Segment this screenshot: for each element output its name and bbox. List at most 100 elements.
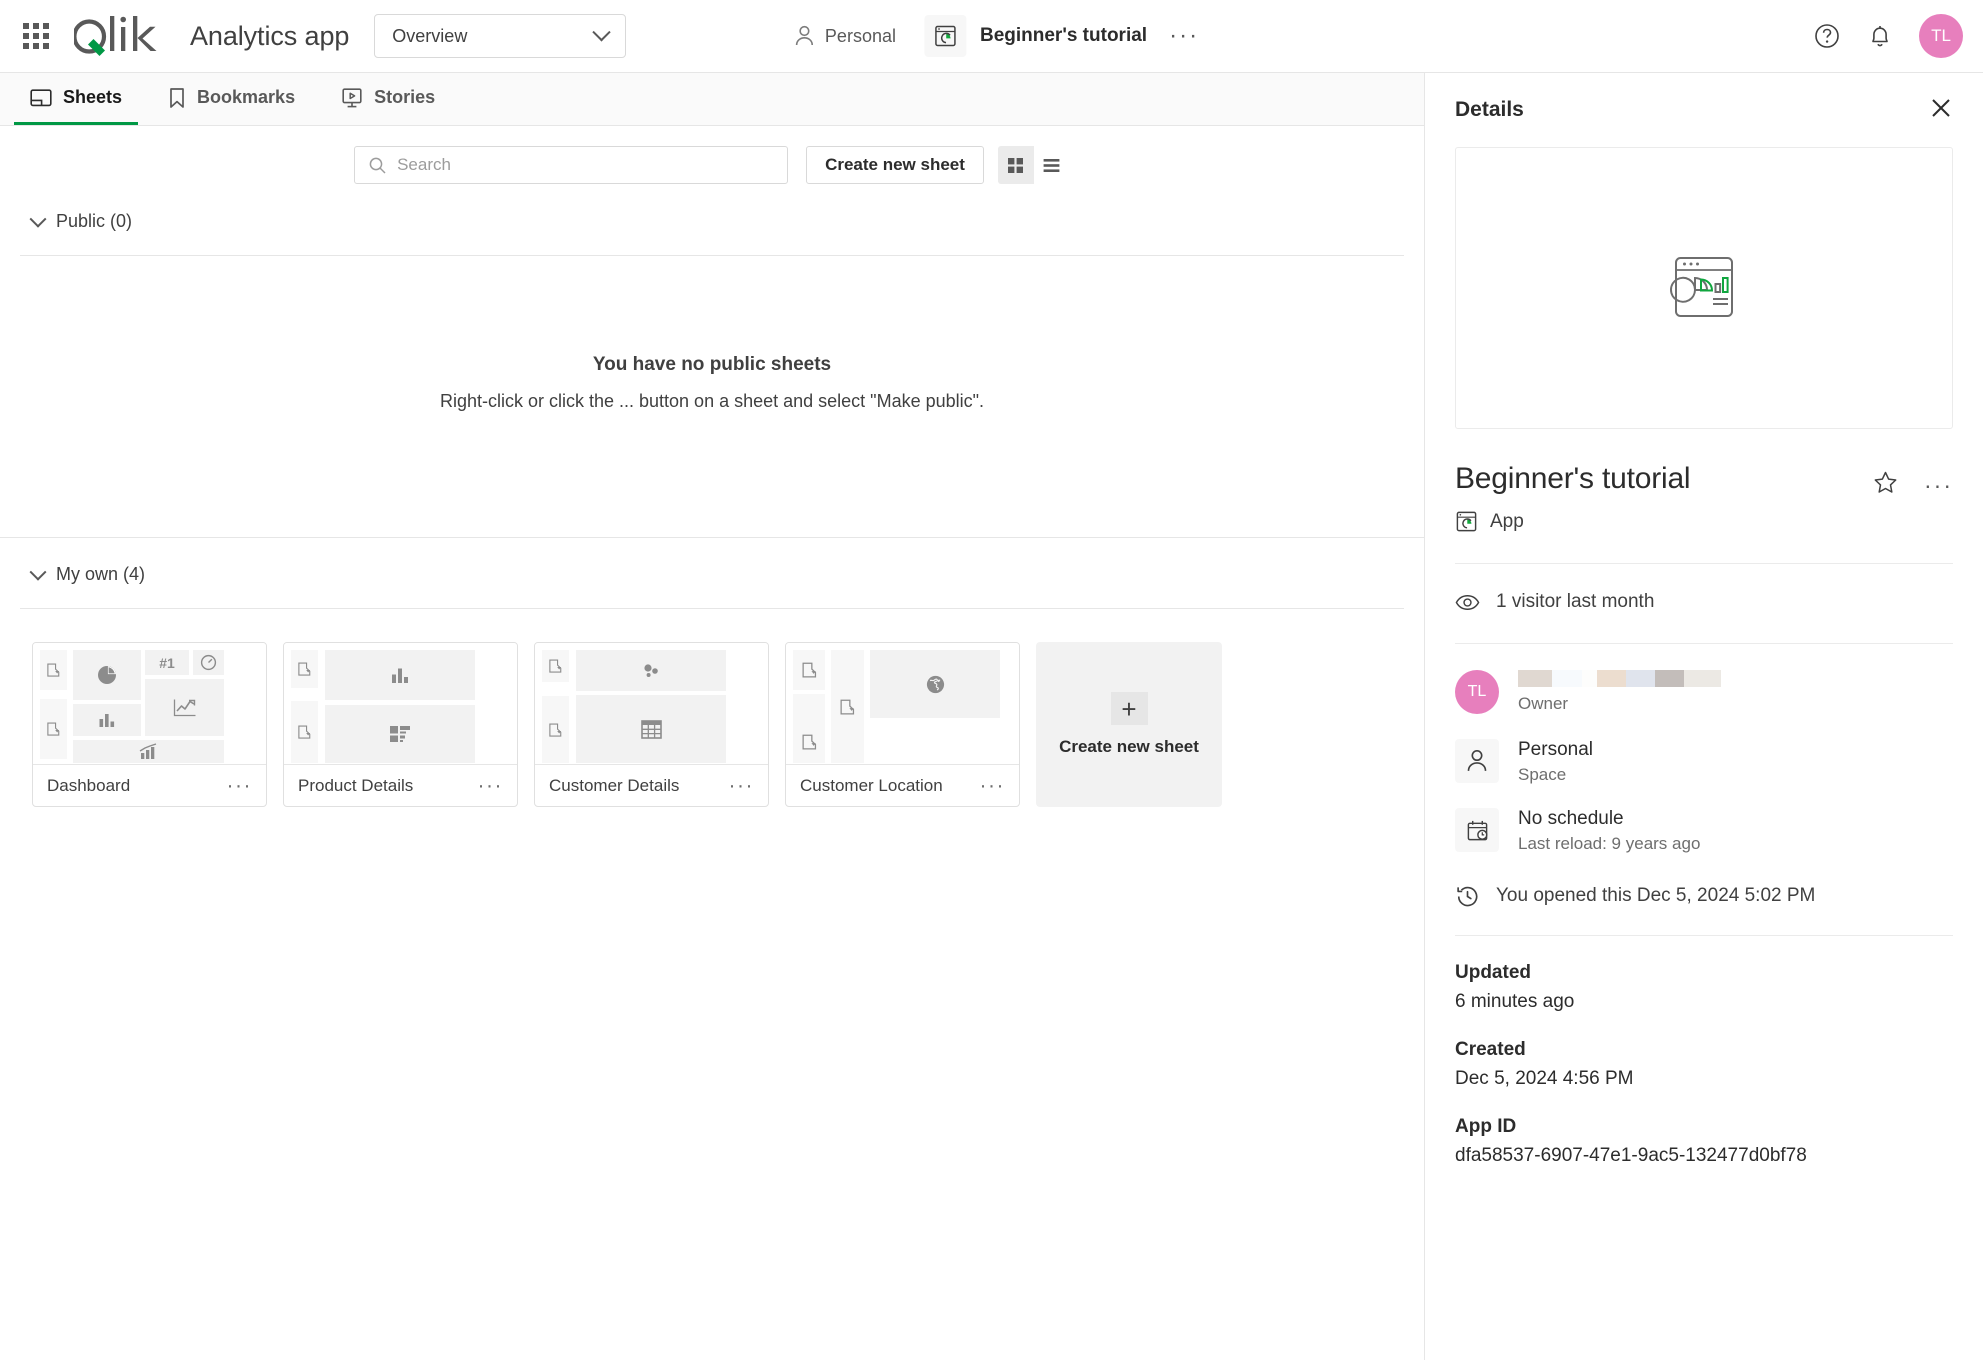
details-schedule-row: No schedule Last reload: 9 years ago (1455, 807, 1953, 854)
details-opened-label: You opened this Dec 5, 2024 5:02 PM (1496, 885, 1815, 907)
details-opened-row: You opened this Dec 5, 2024 5:02 PM (1455, 884, 1953, 909)
sheet-card-menu-button[interactable]: ··· (227, 782, 252, 790)
tab-bookmarks-label: Bookmarks (197, 87, 295, 108)
app-icon (1455, 510, 1478, 533)
star-icon[interactable] (1873, 470, 1898, 500)
divider (20, 608, 1404, 609)
myown-section-header[interactable]: My own (4) (0, 564, 1424, 585)
sheet-card-title: Product Details (298, 776, 413, 796)
details-appid-label: App ID (1455, 1116, 1953, 1138)
filter-icon (297, 724, 312, 740)
avatar[interactable]: TL (1919, 14, 1963, 58)
details-appid-field: App ID dfa58537-6907-47e1-9ac5-132477d0b… (1455, 1116, 1953, 1167)
map-placeholder (870, 650, 1000, 718)
app-breadcrumb[interactable]: Beginner's tutorial (924, 15, 1147, 57)
sheet-card-footer: Product Details ··· (284, 764, 517, 806)
details-schedule-name: No schedule (1518, 807, 1700, 831)
grid-view-icon[interactable] (998, 146, 1034, 184)
linechart-placeholder (145, 679, 224, 736)
content-tabs: Sheets Bookmarks Stories (0, 73, 1424, 126)
public-empty-state: You have no public sheets Right-click or… (0, 354, 1424, 412)
sheet-card-menu-button[interactable]: ··· (729, 782, 754, 790)
app-preview-thumbnail (1455, 147, 1953, 429)
sheet-card-customer-details[interactable]: Customer Details ··· (534, 642, 769, 807)
star-icon-svg (1873, 470, 1898, 495)
kpi-label: #1 (159, 655, 175, 671)
details-panel: Details Beginner's tutorial (1424, 73, 1983, 1360)
line-chart-icon (172, 697, 198, 719)
details-space-label: Space (1518, 765, 1593, 785)
app-more-options-button[interactable]: ··· (1169, 31, 1199, 41)
filterpane-placeholder (542, 650, 569, 682)
history-icon (1455, 884, 1480, 909)
space-breadcrumb-personal[interactable]: Personal (784, 19, 906, 53)
grid-view-icon-svg (1006, 156, 1025, 175)
space-breadcrumb-label: Personal (825, 26, 896, 47)
details-space-name: Personal (1518, 738, 1593, 762)
app-icon-svg (933, 24, 957, 48)
chevron-down-icon (30, 563, 47, 580)
details-updated-label: Updated (1455, 962, 1953, 984)
sheet-card-footer: Customer Location ··· (786, 764, 1019, 806)
sheet-card-menu-button[interactable]: ··· (980, 782, 1005, 790)
search-icon (368, 156, 387, 175)
help-icon-svg (1813, 22, 1841, 50)
tab-sheets[interactable]: Sheets (14, 73, 138, 125)
list-view-icon[interactable] (1034, 146, 1070, 184)
notifications-icon[interactable] (1867, 22, 1893, 50)
table-placeholder (576, 695, 726, 763)
view-selector-value: Overview (392, 26, 467, 47)
sheet-card-dashboard[interactable]: #1 (32, 642, 267, 807)
details-updated-value: 6 minutes ago (1455, 991, 1953, 1013)
sheet-card-list: #1 (0, 642, 1424, 807)
top-bar-actions: TL (1813, 14, 1963, 58)
qlik-logo-svg (74, 13, 178, 59)
search-input-wrapper[interactable] (354, 146, 788, 184)
filterpane-placeholder (542, 696, 569, 763)
sheet-card-product-details[interactable]: Product Details ··· (283, 642, 518, 807)
create-new-sheet-tile[interactable]: + Create new sheet (1036, 642, 1222, 807)
myown-section-label: My own (4) (56, 564, 145, 585)
app-icon (924, 15, 966, 57)
app-preview-icon (1668, 253, 1740, 323)
details-owner-label: Owner (1518, 694, 1721, 714)
help-icon[interactable] (1813, 22, 1841, 50)
more-options-icon[interactable]: ··· (1924, 480, 1953, 490)
filterpane-placeholder (793, 694, 825, 763)
details-app-actions: ··· (1873, 462, 1953, 500)
qlik-logo[interactable] (74, 13, 178, 59)
story-icon (341, 87, 363, 109)
close-icon[interactable] (1929, 96, 1953, 125)
search-input[interactable] (397, 155, 774, 175)
gauge-icon (200, 654, 217, 671)
view-selector[interactable]: Overview (374, 14, 626, 58)
pie-chart-icon (96, 664, 118, 686)
calendar-clock-icon-svg (1466, 819, 1489, 842)
details-appid-value: dfa58537-6907-47e1-9ac5-132477d0bf78 (1455, 1145, 1953, 1167)
sheet-card-footer: Customer Details ··· (535, 764, 768, 806)
create-new-sheet-button[interactable]: Create new sheet (806, 146, 984, 184)
kpi-placeholder: #1 (145, 650, 189, 675)
filter-icon (801, 661, 818, 679)
public-section-header[interactable]: Public (0) (0, 211, 1424, 232)
tab-stories[interactable]: Stories (325, 73, 451, 125)
sheet-card-customer-location[interactable]: Customer Location ··· (785, 642, 1020, 807)
tab-bookmarks[interactable]: Bookmarks (152, 73, 311, 125)
details-app-type-label: App (1490, 511, 1524, 533)
filter-icon (548, 722, 563, 738)
divider (0, 537, 1424, 538)
empty-state-title: You have no public sheets (0, 354, 1424, 376)
person-icon-svg (1466, 749, 1488, 773)
list-view-icon-svg (1042, 156, 1061, 175)
bell-icon-svg (1867, 22, 1893, 50)
treemap-icon (388, 724, 412, 744)
details-last-reload: Last reload: 9 years ago (1518, 834, 1700, 854)
sheet-card-menu-button[interactable]: ··· (478, 782, 503, 790)
app-launcher-icon[interactable] (19, 19, 53, 53)
combochart-placeholder (73, 740, 224, 763)
filter-icon (46, 721, 61, 737)
view-mode-toggle (998, 146, 1070, 184)
page-title: Analytics app (190, 21, 349, 52)
owner-name-redacted (1518, 670, 1721, 687)
filter-icon (839, 698, 856, 716)
